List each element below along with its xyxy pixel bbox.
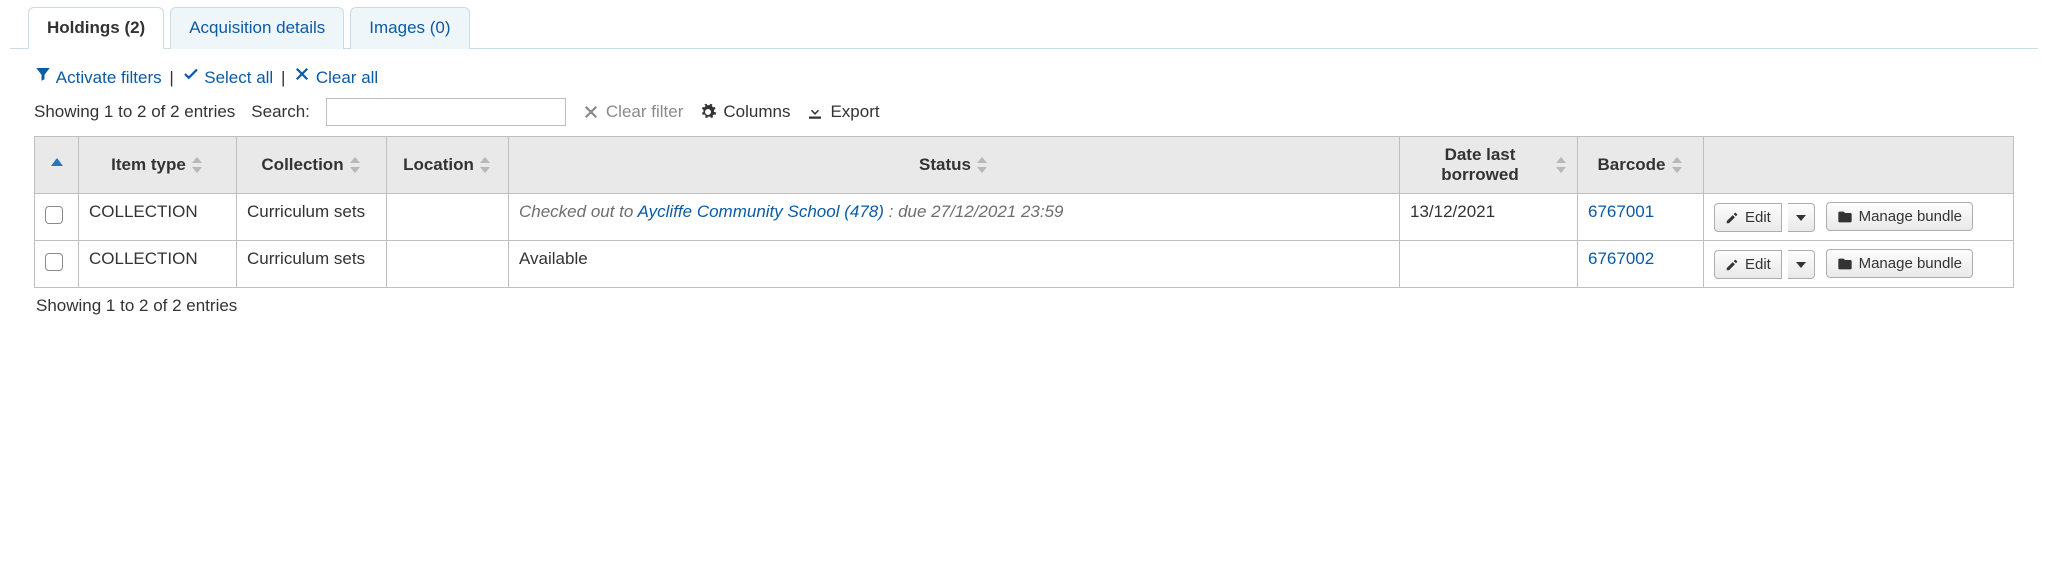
entries-info-bottom: Showing 1 to 2 of 2 entries <box>34 288 2014 316</box>
export-button[interactable]: Export <box>806 102 879 122</box>
edit-button[interactable]: Edit <box>1714 203 1782 232</box>
cell-collection: Curriculum sets <box>237 194 387 241</box>
column-label: Status <box>919 155 971 175</box>
holdings-panel: Activate filters | Select all | Clear al… <box>10 49 2038 326</box>
cell-location <box>387 241 509 288</box>
borrower-link[interactable]: Aycliffe Community School (478) <box>637 202 883 221</box>
barcode-link[interactable]: 6767001 <box>1588 202 1654 221</box>
activate-filters-link[interactable]: Activate filters <box>34 68 166 87</box>
filter-toolbar: Activate filters | Select all | Clear al… <box>34 65 2014 88</box>
sort-icon <box>350 156 362 174</box>
row-checkbox[interactable] <box>45 253 63 271</box>
cell-actions: Edit Manage bundle <box>1704 241 2014 288</box>
download-icon <box>806 103 824 121</box>
edit-button[interactable]: Edit <box>1714 250 1782 279</box>
tabs: Holdings (2) Acquisition details Images … <box>10 0 2038 49</box>
sort-icon <box>1672 156 1684 174</box>
status-prefix: Checked out to <box>519 202 637 221</box>
column-label: Barcode <box>1597 155 1665 175</box>
clear-filter-button[interactable]: Clear filter <box>582 102 683 122</box>
sort-icon <box>480 156 492 174</box>
caret-down-icon <box>1796 215 1806 221</box>
clear-all-link[interactable]: Clear all <box>293 68 378 87</box>
tab-acquisition-details[interactable]: Acquisition details <box>170 7 344 49</box>
filter-icon <box>34 65 52 83</box>
search-input[interactable] <box>326 98 566 126</box>
column-header-item-type[interactable]: Item type <box>79 137 237 194</box>
cell-status: Available <box>509 241 1400 288</box>
edit-label: Edit <box>1745 256 1771 273</box>
export-label: Export <box>830 102 879 122</box>
cell-actions: Edit Manage bundle <box>1704 194 2014 241</box>
separator: | <box>278 68 288 87</box>
sort-asc-icon <box>51 158 63 170</box>
check-icon <box>182 65 200 83</box>
cell-date-last-borrowed: 13/12/2021 <box>1400 194 1578 241</box>
column-header-sort[interactable] <box>35 137 79 194</box>
sort-icon <box>192 156 204 174</box>
tab-images[interactable]: Images (0) <box>350 7 469 49</box>
column-label: Item type <box>111 155 186 175</box>
barcode-link[interactable]: 6767002 <box>1588 249 1654 268</box>
search-label: Search: <box>251 102 310 122</box>
clear-filter-label: Clear filter <box>606 102 683 122</box>
cell-barcode: 6767002 <box>1578 241 1704 288</box>
cell-status: Checked out to Aycliffe Community School… <box>509 194 1400 241</box>
select-all-label: Select all <box>204 68 273 87</box>
caret-down-icon <box>1796 262 1806 268</box>
table-row: COLLECTION Curriculum sets Checked out t… <box>35 194 2014 241</box>
edit-label: Edit <box>1745 209 1771 226</box>
row-checkbox[interactable] <box>45 206 63 224</box>
clear-all-label: Clear all <box>316 68 378 87</box>
x-icon <box>293 65 311 83</box>
manage-bundle-label: Manage bundle <box>1859 255 1962 272</box>
cell-location <box>387 194 509 241</box>
separator: | <box>166 68 176 87</box>
status-suffix: : due 27/12/2021 23:59 <box>884 202 1064 221</box>
edit-dropdown-button[interactable] <box>1788 203 1815 232</box>
column-header-collection[interactable]: Collection <box>237 137 387 194</box>
sort-icon <box>1556 156 1567 174</box>
manage-bundle-button[interactable]: Manage bundle <box>1826 202 1973 231</box>
manage-bundle-label: Manage bundle <box>1859 208 1962 225</box>
column-label: Date last borrowed <box>1410 145 1550 185</box>
table-row: COLLECTION Curriculum sets Available 676… <box>35 241 2014 288</box>
pencil-icon <box>1725 258 1739 272</box>
activate-filters-label: Activate filters <box>56 68 162 87</box>
gear-icon <box>699 103 717 121</box>
folder-icon <box>1837 209 1853 225</box>
column-header-date-last-borrowed[interactable]: Date last borrowed <box>1400 137 1578 194</box>
select-all-link[interactable]: Select all <box>182 68 278 87</box>
entries-info-top: Showing 1 to 2 of 2 entries <box>34 102 235 122</box>
cell-date-last-borrowed <box>1400 241 1578 288</box>
columns-label: Columns <box>723 102 790 122</box>
x-icon <box>582 103 600 121</box>
column-header-location[interactable]: Location <box>387 137 509 194</box>
cell-item-type: COLLECTION <box>79 194 237 241</box>
column-header-barcode[interactable]: Barcode <box>1578 137 1704 194</box>
tab-holdings[interactable]: Holdings (2) <box>28 7 164 49</box>
cell-barcode: 6767001 <box>1578 194 1704 241</box>
holdings-table: Item type Collection Location Status Dat… <box>34 136 2014 288</box>
column-header-status[interactable]: Status <box>509 137 1400 194</box>
edit-dropdown-button[interactable] <box>1788 250 1815 279</box>
sort-icon <box>977 156 989 174</box>
pencil-icon <box>1725 211 1739 225</box>
column-label: Location <box>403 155 474 175</box>
columns-button[interactable]: Columns <box>699 102 790 122</box>
manage-bundle-button[interactable]: Manage bundle <box>1826 249 1973 278</box>
cell-item-type: COLLECTION <box>79 241 237 288</box>
listing-toolbar: Showing 1 to 2 of 2 entries Search: Clea… <box>34 98 2014 126</box>
folder-icon <box>1837 256 1853 272</box>
column-label: Collection <box>261 155 343 175</box>
cell-collection: Curriculum sets <box>237 241 387 288</box>
column-header-actions <box>1704 137 2014 194</box>
